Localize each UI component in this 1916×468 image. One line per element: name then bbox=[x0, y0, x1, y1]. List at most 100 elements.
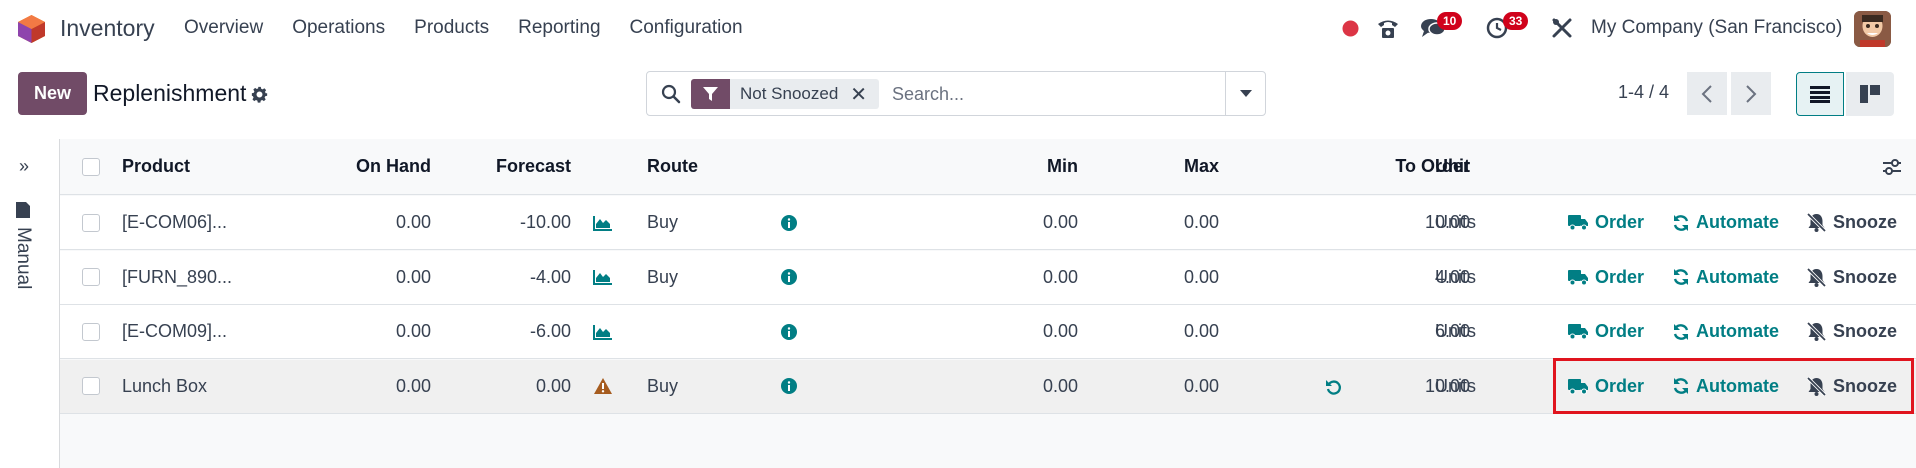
truck-icon bbox=[1568, 215, 1588, 231]
column-min[interactable]: Min bbox=[920, 139, 1078, 194]
row-checkbox[interactable] bbox=[82, 268, 100, 286]
table-row[interactable]: [E-COM09]... 0.00 -6.00 0.00 0.00 6.00 U… bbox=[60, 305, 1916, 359]
to-order-cell: 4.00 bbox=[1434, 266, 1470, 287]
snooze-button[interactable]: Snooze bbox=[1806, 251, 1897, 304]
order-button[interactable]: Order bbox=[1568, 305, 1644, 358]
remove-facet-icon[interactable]: ✕ bbox=[844, 79, 880, 109]
optional-columns-icon[interactable] bbox=[1882, 139, 1902, 194]
truck-icon bbox=[1568, 269, 1588, 285]
menu-overview[interactable]: Overview bbox=[184, 17, 263, 39]
row-checkbox[interactable] bbox=[82, 322, 100, 341]
bell-slash-icon bbox=[1806, 267, 1827, 287]
search-facet: Not Snoozed ✕ bbox=[691, 79, 880, 109]
column-forecast[interactable]: Forecast bbox=[440, 139, 571, 194]
to-order-cell: 10.00 bbox=[1424, 212, 1470, 232]
bell-slash-icon bbox=[1806, 322, 1827, 341]
activities-badge: 33 bbox=[1503, 12, 1529, 30]
row-checkbox[interactable] bbox=[82, 377, 100, 395]
app-name[interactable]: Inventory bbox=[60, 15, 155, 42]
pager-previous-icon[interactable] bbox=[1687, 72, 1727, 115]
search-input[interactable] bbox=[892, 84, 1222, 105]
info-icon[interactable] bbox=[781, 360, 797, 413]
search-icon[interactable] bbox=[661, 84, 681, 109]
column-max[interactable]: Max bbox=[1090, 139, 1219, 194]
order-label: Order bbox=[1595, 212, 1645, 232]
facet-label: Not Snoozed bbox=[730, 79, 845, 109]
info-icon[interactable] bbox=[781, 196, 797, 249]
menu-products[interactable]: Products bbox=[414, 17, 489, 39]
info-icon[interactable] bbox=[781, 305, 797, 358]
area-chart-icon[interactable] bbox=[593, 305, 613, 358]
debug-tools-icon[interactable] bbox=[1551, 17, 1573, 44]
on-hand-cell: 0.00 bbox=[395, 321, 431, 341]
route-cell: Buy bbox=[647, 266, 679, 287]
order-label: Order bbox=[1595, 266, 1645, 287]
menu-reporting[interactable]: Reporting bbox=[518, 17, 600, 39]
area-chart-icon[interactable] bbox=[593, 196, 613, 249]
automate-label: Automate bbox=[1696, 212, 1780, 232]
route-cell: Buy bbox=[647, 212, 679, 232]
automate-button[interactable]: Automate bbox=[1672, 305, 1779, 358]
new-button[interactable]: New bbox=[18, 72, 87, 115]
refresh-icon bbox=[1673, 214, 1689, 231]
snooze-button[interactable]: Snooze bbox=[1806, 196, 1897, 249]
snooze-label: Snooze bbox=[1833, 266, 1898, 287]
to-order-cell: 10.00 bbox=[1424, 375, 1470, 396]
warning-icon[interactable] bbox=[593, 360, 613, 413]
unit-cell: Units bbox=[1435, 321, 1477, 341]
app-logo-icon[interactable] bbox=[18, 15, 45, 43]
automate-label: Automate bbox=[1696, 321, 1780, 341]
column-on-hand[interactable]: On Hand bbox=[280, 139, 431, 194]
max-cell: 0.00 bbox=[1183, 212, 1219, 232]
max-cell: 0.00 bbox=[1183, 375, 1219, 396]
unit-cell: Units bbox=[1435, 375, 1477, 396]
user-avatar[interactable] bbox=[1854, 11, 1891, 47]
info-icon[interactable] bbox=[781, 251, 797, 304]
row-checkbox[interactable] bbox=[82, 213, 100, 232]
min-cell: 0.00 bbox=[1042, 266, 1078, 287]
column-product[interactable]: Product bbox=[122, 139, 190, 194]
forecast-cell: -10.00 bbox=[519, 212, 571, 232]
automate-button[interactable]: Automate bbox=[1672, 251, 1779, 304]
search-bar: Not Snoozed ✕ bbox=[646, 71, 1266, 116]
search-options-toggle[interactable] bbox=[1225, 72, 1265, 115]
gear-icon[interactable] bbox=[251, 86, 268, 108]
min-cell: 0.00 bbox=[1042, 375, 1078, 396]
pager-next-icon[interactable] bbox=[1731, 72, 1771, 115]
area-chart-icon[interactable] bbox=[593, 251, 613, 304]
side-panel-label: Manual bbox=[13, 227, 34, 290]
undo-icon[interactable] bbox=[1325, 360, 1342, 413]
on-hand-cell: 0.00 bbox=[395, 375, 431, 396]
list-view-icon[interactable] bbox=[1796, 72, 1844, 116]
phone-icon[interactable] bbox=[1376, 17, 1400, 44]
table-header: Product On Hand Forecast Route Min Max T… bbox=[60, 139, 1916, 195]
product-cell: [E-COM09]... bbox=[122, 321, 228, 341]
snooze-button[interactable]: Snooze bbox=[1806, 305, 1897, 358]
column-unit[interactable]: Unit bbox=[1435, 139, 1470, 194]
order-button[interactable]: Order bbox=[1568, 196, 1644, 249]
table-row[interactable]: [FURN_890... 0.00 -4.00 Buy 0.00 0.00 4.… bbox=[60, 250, 1916, 305]
refresh-icon bbox=[1673, 269, 1689, 285]
table-row[interactable]: [E-COM06]... 0.00 -10.00 Buy 0.00 0.00 1… bbox=[60, 196, 1916, 250]
column-to-order[interactable]: To Order bbox=[1230, 139, 1470, 194]
select-all-checkbox[interactable] bbox=[82, 157, 100, 176]
min-cell: 0.00 bbox=[1042, 321, 1078, 341]
kanban-view-icon[interactable] bbox=[1846, 72, 1894, 116]
automate-button[interactable]: Automate bbox=[1672, 196, 1779, 249]
menu-operations[interactable]: Operations bbox=[292, 17, 385, 39]
expand-panel-icon[interactable]: » bbox=[19, 156, 29, 177]
highlighted-actions-box bbox=[1553, 358, 1914, 414]
company-switcher[interactable]: My Company (San Francisco) bbox=[1591, 17, 1842, 39]
column-route[interactable]: Route bbox=[647, 139, 698, 194]
status-dot-icon[interactable] bbox=[1342, 20, 1359, 42]
bell-slash-icon bbox=[1806, 213, 1827, 232]
forecast-cell: -4.00 bbox=[529, 266, 571, 287]
route-cell: Buy bbox=[647, 375, 679, 396]
order-button[interactable]: Order bbox=[1568, 251, 1644, 304]
menu-configuration[interactable]: Configuration bbox=[630, 17, 743, 39]
messages-badge: 10 bbox=[1437, 12, 1463, 30]
side-panel-category[interactable]: Manual bbox=[12, 201, 34, 289]
refresh-icon bbox=[1673, 323, 1689, 340]
unit-cell: Units bbox=[1435, 266, 1477, 287]
pager-value[interactable]: 1-4 / 4 bbox=[1618, 82, 1669, 103]
